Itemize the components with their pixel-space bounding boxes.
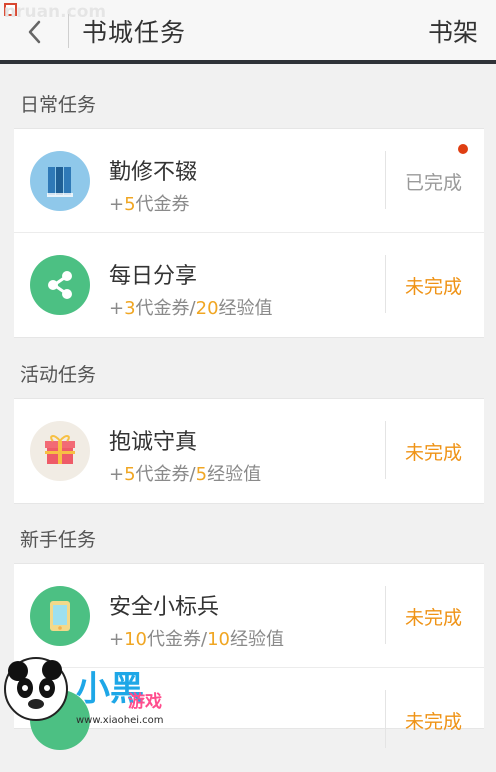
section-title-daily: 日常任务 [20,94,97,116]
status-incomplete[interactable]: 未完成 [405,707,462,734]
page-title: 书城任务 [82,18,187,47]
top-bar: nruan.com 书城任务 书架 [0,0,496,64]
task-card-daily: 勤修不辍 +5代金券 已完成 每日分享 +3代金券/20经验值 未完成 [14,128,484,338]
status-divider [385,421,386,479]
status-divider [385,690,386,748]
books-icon [30,151,90,211]
task-reward: +3代金券/20经验值 [109,298,273,319]
status-divider [385,255,386,313]
chevron-left-icon [28,20,41,44]
status-divider [385,586,386,644]
title-divider [68,14,69,48]
task-reward: +5代金券/5经验值 [109,464,262,485]
section-title-activity: 活动任务 [20,364,97,386]
svg-text:游戏: 游戏 [128,691,162,712]
status-incomplete[interactable]: 未完成 [405,603,462,630]
task-card-activity: 抱诚守真 +5代金券/5经验值 未完成 [14,398,484,504]
task-reward: +5代金券 [109,194,190,215]
task-title: 抱诚守真 [109,430,198,455]
watermark-logo: 小黑 游戏 www.xiaohei.com [0,655,210,729]
task-reward: +10代金券/10经验值 [109,629,284,650]
watermark-url-text: www.xiaohei.com [76,715,164,726]
notification-dot [458,144,468,154]
gift-icon [30,421,90,481]
task-item[interactable]: 勤修不辍 +5代金券 已完成 [14,129,484,233]
status-incomplete[interactable]: 未完成 [405,272,462,299]
back-button[interactable] [22,18,50,46]
status-incomplete[interactable]: 未完成 [405,438,462,465]
task-item[interactable]: 安全小标兵 +10代金券/10经验值 未完成 [14,564,484,668]
task-item[interactable]: 每日分享 +3代金券/20经验值 未完成 [14,233,484,337]
status-completed: 已完成 [404,172,462,194]
section-title-newbie: 新手任务 [20,529,97,551]
task-title: 安全小标兵 [109,595,220,620]
share-icon [30,255,90,315]
task-item[interactable]: 抱诚守真 +5代金券/5经验值 未完成 [14,399,484,503]
status-divider [385,151,386,209]
task-title: 每日分享 [109,264,198,289]
bookshelf-button[interactable]: 书架 [428,13,478,49]
phone-icon [30,586,90,646]
task-title: 勤修不辍 [109,160,198,185]
